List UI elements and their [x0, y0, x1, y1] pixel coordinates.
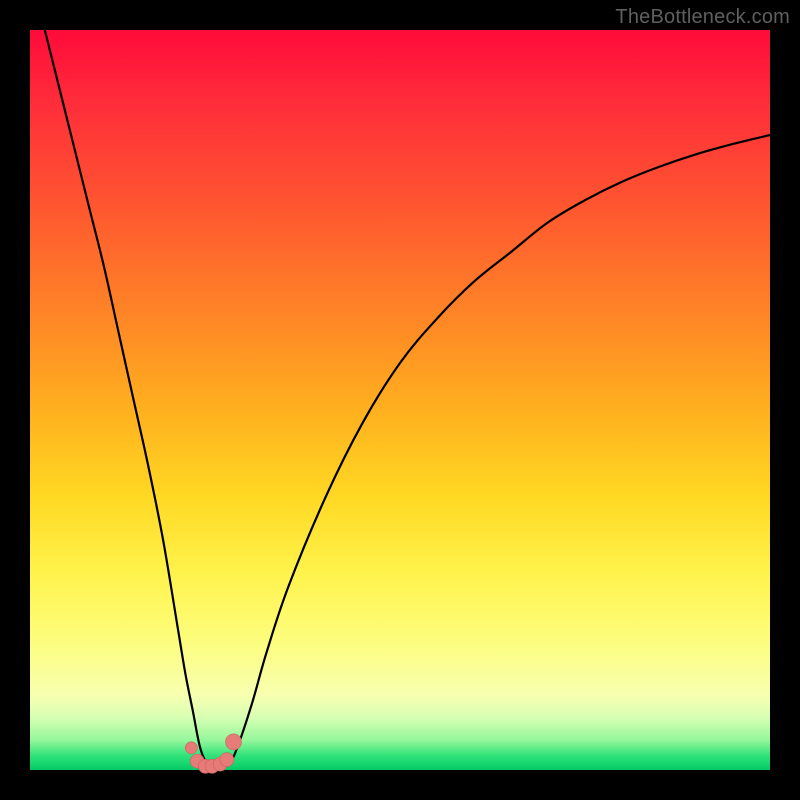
- chart-svg: [30, 30, 770, 770]
- bottleneck-curve: [45, 30, 770, 769]
- chart-frame: TheBottleneck.com: [0, 0, 800, 800]
- minimum-marker: [185, 742, 197, 754]
- minimum-marker: [226, 734, 242, 750]
- attribution-text: TheBottleneck.com: [615, 6, 790, 29]
- minimum-marker: [220, 753, 234, 767]
- plot-area: [30, 30, 770, 770]
- minimum-marker-cluster: [185, 734, 241, 773]
